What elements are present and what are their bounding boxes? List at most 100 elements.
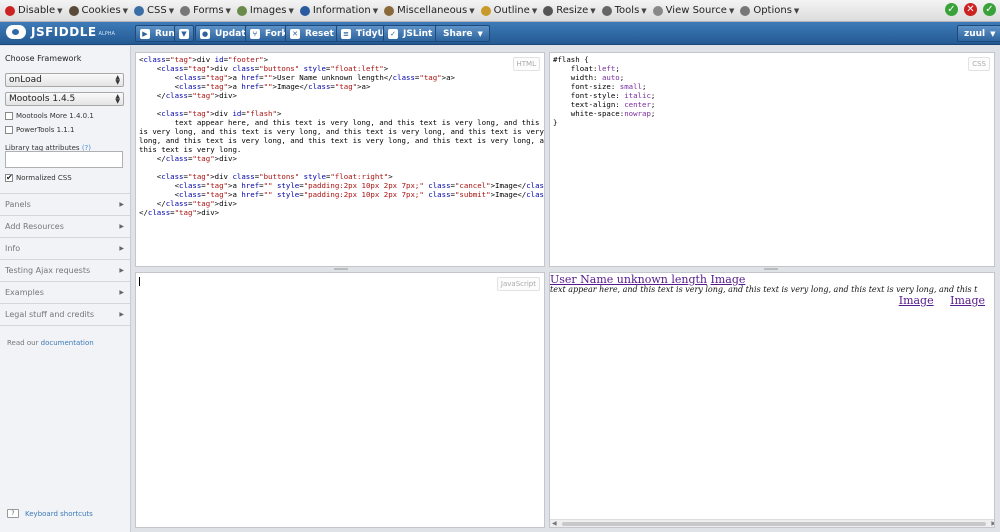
expand-arrow-icon: ▶ bbox=[119, 223, 124, 230]
devbar-menu-resize[interactable]: Resize ▼ bbox=[540, 2, 598, 20]
sidebar-item-examples[interactable]: Examples ▶ bbox=[0, 282, 130, 304]
run-options-button[interactable]: ▼ bbox=[174, 25, 194, 42]
code-line: </class="tag">div> bbox=[139, 154, 237, 163]
javascript-panel[interactable]: JavaScript bbox=[135, 272, 545, 528]
submit-image-link[interactable]: Image bbox=[950, 294, 985, 307]
code-line: text-align: center; bbox=[553, 100, 656, 109]
js-error-icon[interactable]: ✕ bbox=[964, 3, 977, 16]
sidebar-sections: Panels ▶ Add Resources ▶ Info ▶ Testing … bbox=[0, 193, 130, 326]
sidebar-item-label: Add Resources bbox=[5, 222, 64, 231]
devbar-menu-outline[interactable]: Outline ▼ bbox=[478, 2, 541, 20]
load-type-select[interactable]: onLoad ▲ ▼ bbox=[5, 73, 124, 87]
sidebar-item-ajax[interactable]: Testing Ajax requests ▶ bbox=[0, 260, 130, 282]
chevron-down-icon: ▼ bbox=[57, 6, 63, 15]
checkbox-box[interactable] bbox=[5, 112, 13, 120]
framework-heading: Choose Framework bbox=[5, 54, 82, 63]
jsfiddle-header: JSFIDDLE ALPHA ▶ Run ▼ ● Update ⑂ Fork ✕… bbox=[0, 22, 1000, 45]
sidebar-item-info[interactable]: Info ▶ bbox=[0, 238, 130, 260]
devbar-menu-information[interactable]: Information ▼ bbox=[297, 2, 381, 20]
code-line: this text is very long. bbox=[139, 145, 242, 154]
code-line: long, and this text is very long, and th… bbox=[139, 136, 545, 145]
devbar-menu-miscellaneous[interactable]: Miscellaneous ▼ bbox=[381, 2, 478, 20]
share-button[interactable]: Share ▼ bbox=[435, 25, 490, 42]
devbar-menu-label: Resize bbox=[556, 5, 589, 16]
html-valid-icon[interactable]: ✓ bbox=[983, 3, 996, 16]
css-panel[interactable]: #flash { float:left; width: auto; font-s… bbox=[549, 52, 995, 267]
sidebar-item-label: Examples bbox=[5, 288, 44, 297]
cloud-logo-icon bbox=[6, 25, 26, 39]
scrollbar-thumb[interactable] bbox=[562, 522, 986, 526]
checkbox-label: Mootools More 1.4.0.1 bbox=[16, 112, 94, 120]
normalized-css-checkbox[interactable]: ✔ Normalized CSS bbox=[5, 174, 72, 182]
code-line: <class="tag">a href="">User Name unknown… bbox=[139, 73, 455, 82]
reset-button[interactable]: ✕ Reset bbox=[285, 25, 341, 42]
html-panel-label: HTML bbox=[512, 57, 540, 71]
devbar-menu-options[interactable]: Options ▼ bbox=[737, 2, 802, 20]
checkbox-box[interactable] bbox=[5, 126, 13, 134]
documentation-link[interactable]: documentation bbox=[41, 339, 94, 347]
code-line: <class="tag">a href="" style="padding:2p… bbox=[139, 181, 545, 190]
code-line: </class="tag">div> bbox=[139, 91, 237, 100]
select-arrows-icon: ▲ ▼ bbox=[115, 74, 120, 86]
css-icon bbox=[134, 5, 145, 16]
css-code-editor[interactable]: #flash { float:left; width: auto; font-s… bbox=[553, 55, 655, 127]
result-panel: User Name unknown length Image text appe… bbox=[549, 272, 995, 528]
cookies-icon bbox=[68, 5, 79, 16]
devbar-menu-disable[interactable]: Disable ▼ bbox=[2, 2, 66, 20]
sidebar-item-legal[interactable]: Legal stuff and credits ▶ bbox=[0, 304, 130, 326]
code-line: </class="tag">div> bbox=[139, 199, 237, 208]
sidebar-item-panels[interactable]: Panels ▶ bbox=[0, 194, 130, 216]
html-panel[interactable]: <class="tag">div id="footer"> <class="ta… bbox=[135, 52, 545, 267]
jslint-button[interactable]: ✓ JSLint bbox=[383, 25, 440, 42]
resize-handle[interactable] bbox=[764, 268, 778, 270]
user-name: zuul bbox=[964, 28, 986, 39]
check-icon: ✓ bbox=[388, 28, 398, 39]
logo-text: JSFIDDLE bbox=[31, 25, 97, 39]
expand-arrow-icon: ▶ bbox=[119, 245, 124, 252]
css-panel-label: CSS bbox=[968, 57, 990, 71]
resize-handle[interactable] bbox=[334, 268, 348, 270]
devbar-menu-images[interactable]: Images ▼ bbox=[234, 2, 297, 20]
scroll-right-icon[interactable]: ▶ bbox=[991, 520, 994, 527]
view-source-icon bbox=[652, 5, 663, 16]
css-valid-icon[interactable]: ✓ bbox=[945, 3, 958, 16]
chevron-down-icon: ▼ bbox=[372, 6, 379, 15]
framework-value: Mootools 1.4.5 bbox=[9, 94, 76, 104]
code-line: float:left; bbox=[553, 64, 620, 73]
chevron-down-icon: ▼ bbox=[728, 6, 735, 15]
library-tag-input[interactable] bbox=[5, 151, 123, 168]
code-line: <class="tag">div class="buttons" style="… bbox=[139, 172, 393, 181]
devbar-menu-forms[interactable]: Forms ▼ bbox=[177, 2, 234, 20]
user-menu-button[interactable]: zuul ▼ bbox=[957, 25, 1000, 42]
html-code-editor[interactable]: <class="tag">div id="footer"> <class="ta… bbox=[139, 55, 545, 217]
devbar-status: ✓ ✕ ✓ bbox=[945, 3, 996, 16]
devbar-menu-view-source[interactable]: View Source ▼ bbox=[650, 2, 738, 20]
disable-icon bbox=[5, 5, 15, 16]
sidebar-item-add-resources[interactable]: Add Resources ▶ bbox=[0, 216, 130, 238]
devbar-menu-label: CSS bbox=[147, 5, 167, 16]
devbar-menu-label: Options bbox=[753, 5, 792, 16]
resize-icon bbox=[543, 5, 554, 16]
powertools-checkbox[interactable]: PowerTools 1.1.1 bbox=[5, 126, 74, 134]
devbar-menu-tools[interactable]: Tools ▼ bbox=[599, 2, 650, 20]
outline-icon bbox=[480, 5, 491, 16]
devbar-menu-cookies[interactable]: Cookies ▼ bbox=[66, 2, 132, 20]
jsfiddle-logo[interactable]: JSFIDDLE ALPHA bbox=[6, 25, 115, 39]
checkbox-label: PowerTools 1.1.1 bbox=[16, 126, 75, 134]
tools-icon bbox=[601, 5, 612, 16]
horizontal-scrollbar[interactable]: ◀ ▶ bbox=[550, 519, 994, 527]
checkbox-checked[interactable]: ✔ bbox=[5, 174, 13, 182]
sidebar-item-label: Testing Ajax requests bbox=[5, 266, 91, 275]
code-line: text appear here, and this text is very … bbox=[139, 118, 545, 127]
devbar-menu-label: Miscellaneous bbox=[397, 5, 468, 16]
cancel-image-link[interactable]: Image bbox=[899, 294, 934, 307]
align-icon: ≡ bbox=[341, 28, 351, 39]
scroll-left-icon[interactable]: ◀ bbox=[552, 520, 557, 527]
mootools-more-checkbox[interactable]: Mootools More 1.4.0.1 bbox=[5, 112, 94, 120]
web-developer-toolbar: Disable ▼ Cookies ▼ CSS ▼ Forms ▼ Images ▼ Informa… bbox=[0, 0, 1000, 22]
framework-select[interactable]: Mootools 1.4.5 ▲ ▼ bbox=[5, 92, 124, 106]
devbar-menu-label: Tools bbox=[614, 5, 640, 16]
devbar-menu-css[interactable]: CSS ▼ bbox=[131, 2, 177, 20]
keyboard-shortcuts-link[interactable]: ? Keyboard shortcuts bbox=[7, 509, 93, 518]
